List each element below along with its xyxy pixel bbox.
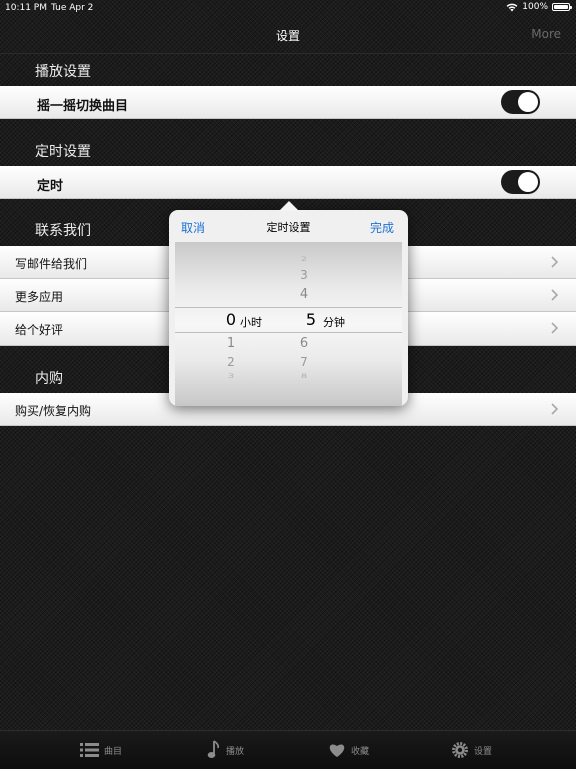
chevron-right-icon [551, 289, 559, 301]
section-header-contact: 联系我们 [35, 223, 91, 239]
status-right: 100% [506, 2, 572, 12]
tab-bar: 曲目 播放 收藏 设置 [0, 730, 576, 769]
popover-arrow [279, 201, 299, 211]
more-button[interactable]: More [531, 27, 561, 41]
timer-popover: 取消 定时设置 完成 0 小时 1 2 3 2 3 4 5 分钟 6 7 8 [169, 201, 408, 406]
picker-hour-option[interactable]: 1 [221, 336, 241, 351]
shake-row: 摇一摇切换曲目 [0, 86, 576, 119]
tab-favorites-label: 收藏 [351, 746, 370, 757]
tab-play-label: 播放 [226, 746, 245, 757]
picker-minute-option[interactable]: 2 [294, 256, 314, 263]
section-header-purchase: 内购 [35, 371, 63, 387]
timer-toggle[interactable] [501, 170, 540, 194]
picker-hour-selected[interactable]: 0 [221, 310, 241, 329]
picker-minute-option[interactable]: 3 [294, 268, 314, 282]
shake-label: 摇一摇切换曲目 [37, 99, 129, 114]
status-date: Tue Apr 2 [51, 3, 94, 13]
status-bar: 10:11 PM Tue Apr 2 100% [0, 0, 576, 16]
picker-minute-option[interactable]: 7 [294, 355, 314, 369]
more-apps-label: 更多应用 [15, 290, 64, 304]
heart-icon [329, 744, 345, 757]
timer-row: 定时 [0, 166, 576, 199]
tab-play[interactable]: 播放 [207, 731, 244, 769]
tab-settings-label: 设置 [474, 746, 493, 757]
page-title: 设置 [275, 29, 300, 43]
tab-settings[interactable]: 设置 [451, 731, 492, 769]
restore-purchase-label: 购买/恢复内购 [15, 404, 92, 418]
picker-minute-selected[interactable]: 5 [301, 310, 321, 329]
battery-percent: 100% [522, 2, 548, 12]
picker-minute-unit: 分钟 [323, 316, 345, 329]
picker-hour-option[interactable]: 2 [221, 355, 241, 369]
picker-hour-option[interactable]: 3 [221, 373, 241, 380]
picker-selection-line [175, 307, 402, 308]
chevron-right-icon [551, 403, 559, 415]
picker-hour-unit: 小时 [240, 316, 262, 329]
shake-toggle[interactable] [501, 90, 540, 114]
list-icon [80, 743, 99, 757]
battery-icon [552, 3, 572, 11]
music-note-icon [207, 740, 220, 758]
rate-us-label: 给个好评 [15, 323, 64, 337]
section-header-timer: 定时设置 [35, 144, 91, 160]
wifi-icon [506, 3, 518, 11]
picker-minute-option[interactable]: 4 [294, 287, 314, 302]
email-us-label: 写邮件给我们 [15, 257, 88, 271]
timer-label: 定时 [37, 179, 64, 194]
nav-bar: 设置 More [0, 16, 576, 54]
tab-tracks[interactable]: 曲目 [80, 731, 122, 769]
chevron-right-icon [551, 322, 559, 334]
tab-tracks-label: 曲目 [104, 746, 123, 757]
picker-selection-line [175, 332, 402, 333]
toggle-knob [518, 172, 538, 192]
tab-favorites[interactable]: 收藏 [328, 731, 369, 769]
gear-icon [452, 742, 468, 758]
done-button[interactable]: 完成 [370, 219, 394, 236]
status-time: 10:11 PM [5, 3, 47, 13]
picker-minute-option[interactable]: 6 [294, 336, 314, 351]
picker-minute-option[interactable]: 8 [294, 373, 314, 380]
time-picker[interactable]: 0 小时 1 2 3 2 3 4 5 分钟 6 7 8 [175, 242, 402, 406]
chevron-right-icon [551, 256, 559, 268]
section-header-playback: 播放设置 [35, 64, 91, 80]
toggle-knob [518, 92, 538, 112]
